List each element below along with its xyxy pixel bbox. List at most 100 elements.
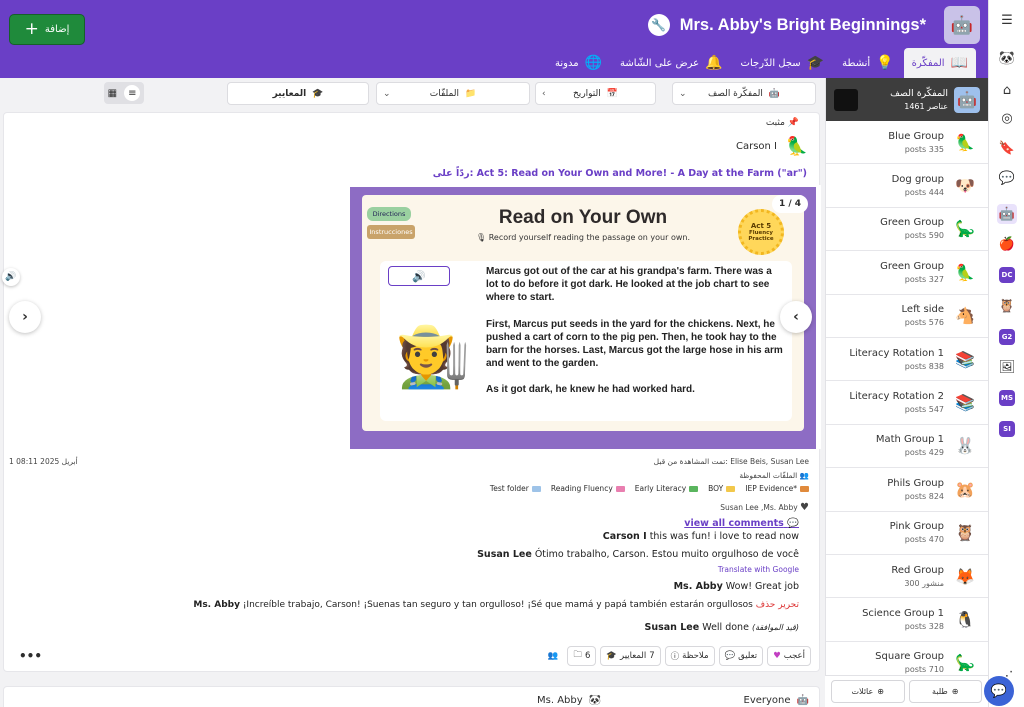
comment-1: Carson I this was fun! i love to read no… (602, 531, 799, 542)
tab-screen-label: عرض على الشّاشة (620, 57, 700, 69)
skill-icon[interactable]: 👥 (542, 646, 564, 666)
folder-tag[interactable]: Early Literacy (635, 484, 699, 493)
class-journal-count: 1461 عناصر (904, 102, 948, 111)
bell-icon: 🔔 (705, 55, 723, 71)
panda-avatar-icon[interactable]: 🐼 (997, 48, 1017, 68)
comment-button[interactable]: 💬 تعليق (718, 646, 764, 666)
journal-filter[interactable]: ⌄ المفكّرة الصف 🤖 (672, 82, 816, 105)
group-count: posts 429 (904, 448, 944, 458)
activity-slide[interactable]: Directions Instrucciones Read on Your Ow… (350, 187, 816, 449)
post-author[interactable]: Carson I 🦜 (736, 133, 809, 159)
class-title[interactable]: 🔧 Mrs. Abby's Bright Beginnings* (647, 13, 926, 37)
sidebar-group-item[interactable]: Green Group posts 327 🦜 (826, 251, 988, 295)
class-badge-g2[interactable]: G2 (997, 327, 1017, 347)
group-text: Dog group posts 444 (892, 174, 944, 197)
story-paragraph-1: Marcus got out of the car at his grandpa… (486, 266, 772, 304)
sidebar-group-item[interactable]: Math Group 1 posts 429 🐰 (826, 425, 988, 469)
delete-link[interactable]: حذف (756, 600, 776, 610)
bookmark-icon[interactable]: 🔖 (997, 138, 1017, 158)
users-icon: 👥 (799, 471, 809, 480)
group-avatar-icon: 🐰 (955, 436, 975, 456)
sidebar-group-item[interactable]: Science Group 1 posts 328 🐧 (826, 598, 988, 642)
sidebar-item-class-journal[interactable]: المفكّرة الصف 1461 عناصر 🤖 (826, 78, 988, 121)
robot-icon: 🤖 (954, 86, 980, 113)
sidebar-group-item[interactable]: Pink Group posts 470 🦉 (826, 512, 988, 555)
tab-gradebook[interactable]: سجل الدّرجات 🎓 (733, 48, 833, 78)
sidebar-group-item[interactable]: Left side posts 576 🐴 (826, 295, 988, 338)
tab-screen[interactable]: عرض على الشّاشة 🔔 (612, 48, 731, 78)
add-button[interactable]: + إضافة (9, 14, 85, 45)
sidebar-group-item[interactable]: Dog group posts 444 🐶 (826, 164, 988, 208)
edit-link[interactable]: تحرير (778, 600, 799, 610)
standards-button[interactable]: 🎓 المعايير 7 (600, 646, 661, 666)
menu-icon[interactable]: ☰ (997, 10, 1017, 30)
chevron-left-icon[interactable]: ‹ (780, 301, 812, 333)
heart-icon: ♥ (800, 502, 809, 513)
translate-link[interactable]: Translate with Google (718, 565, 799, 574)
group-name: Green Group (880, 217, 944, 229)
add-students-button[interactable]: طلبة ⊕ (908, 680, 982, 703)
sidebar-group-item[interactable]: Phils Group posts 824 🐹 (826, 468, 988, 512)
folder-tag[interactable]: Reading Fluency (551, 484, 625, 493)
tab-blog-label: مدونة (555, 57, 579, 69)
sidebar-group-item[interactable]: Square Group posts 710 🦕 (826, 642, 988, 675)
like-button[interactable]: ♥ أعجب (767, 646, 811, 666)
group-text: Blue Group posts 335 (888, 131, 944, 154)
chat-icon[interactable]: 💬 (997, 168, 1017, 188)
standards-label: المعايير (620, 651, 647, 661)
tab-activities[interactable]: أنشطة 💡 (834, 48, 901, 78)
view-toggle: ▦ ≡ (104, 82, 144, 104)
globe-icon: 🌐 (584, 55, 603, 71)
chevron-left-icon: ‹ (542, 88, 546, 99)
tab-activities-label: أنشطة (842, 57, 871, 69)
reply-to-link[interactable]: ردّاً على: Act 5: Read on Your Own and M… (433, 168, 807, 179)
more-options-icon[interactable]: ••• (19, 649, 42, 663)
speaker-icon[interactable]: 🔊 (2, 268, 20, 286)
files-filter[interactable]: ⌄ الملفّات 📁 (376, 82, 530, 105)
group-avatar-icon: 🦕 (955, 219, 975, 239)
audio-play-button[interactable]: 🔊 (388, 266, 450, 286)
calendar-view-icon[interactable]: ▦ (108, 88, 117, 99)
class-badge-dc[interactable]: DC (997, 265, 1017, 285)
owl-icon[interactable]: 🦉 (997, 296, 1017, 316)
sidebar-group-item[interactable]: Red Group 300 منشور 🦊 (826, 555, 988, 599)
home-icon[interactable]: ⌂ (997, 80, 1017, 100)
sidebar-group-item[interactable]: Blue Group posts 335 🦜 (826, 121, 988, 165)
author-name: Carson I (735, 140, 777, 152)
folder-tag[interactable]: Test folder (490, 484, 541, 493)
add-families-button[interactable]: عائلات ⊕ (831, 680, 905, 703)
group-count: posts 576 (904, 318, 944, 328)
folder-tag[interactable]: BOY (708, 484, 736, 493)
view-all-comments-link[interactable]: view all comments 💬 (684, 518, 799, 529)
group-count: posts 444 (904, 188, 944, 198)
folder-tag[interactable]: IEP Evidence* (745, 484, 809, 493)
sidebar-group-item[interactable]: Literacy Rotation 2 posts 547 📚 (826, 381, 988, 425)
wrench-icon[interactable]: 🔧 (647, 14, 670, 36)
class-robot-icon[interactable]: 🤖 (997, 204, 1017, 224)
group-name: Blue Group (888, 130, 944, 142)
dates-filter[interactable]: ‹ التواريخ 📅 (535, 82, 656, 105)
slide-canvas: Directions Instrucciones Read on Your Ow… (362, 195, 804, 431)
likes-line: Susan Lee ,Ms. Abby ♥ (720, 502, 809, 513)
tab-blog[interactable]: مدونة 🌐 (547, 48, 610, 78)
class-avatar[interactable]: 🤖 (944, 6, 980, 44)
sidebar-group-item[interactable]: Literacy Rotation 1 posts 838 📚 (826, 338, 988, 382)
compass-icon[interactable]: ◎ (997, 108, 1017, 128)
chat-bubble-icon[interactable]: 💬 (984, 676, 1014, 706)
class-badge-si[interactable]: SI (997, 419, 1017, 439)
tab-journal[interactable]: المفكّرة 📖 (903, 48, 976, 78)
chevron-right-icon[interactable]: › (9, 301, 41, 333)
sidebar-group-item[interactable]: Green Group posts 590 🦕 (826, 208, 988, 252)
like-label: أعجب (783, 651, 805, 661)
frame-icon[interactable]: 🖼 (997, 357, 1017, 377)
folder-icon (834, 88, 858, 111)
group-name: Math Group 1 (875, 434, 944, 446)
right-rail: ☰ 🐼 ⌂ ◎ 🔖 💬 🤖 🍎 DC 🦉 G2 🖼 MS SI ⋰ (988, 0, 1024, 707)
note-button[interactable]: ⓘ ملاحظة (664, 646, 715, 666)
class-badge-ms[interactable]: MS (997, 388, 1017, 408)
folders-button[interactable]: 🗀 6 (567, 646, 597, 666)
standards-filter[interactable]: المعايير 🎓 (227, 82, 369, 105)
comment-icon: 💬 (787, 518, 799, 529)
apple-icon[interactable]: 🍎 (997, 234, 1017, 254)
list-view-icon[interactable]: ≡ (124, 85, 141, 101)
